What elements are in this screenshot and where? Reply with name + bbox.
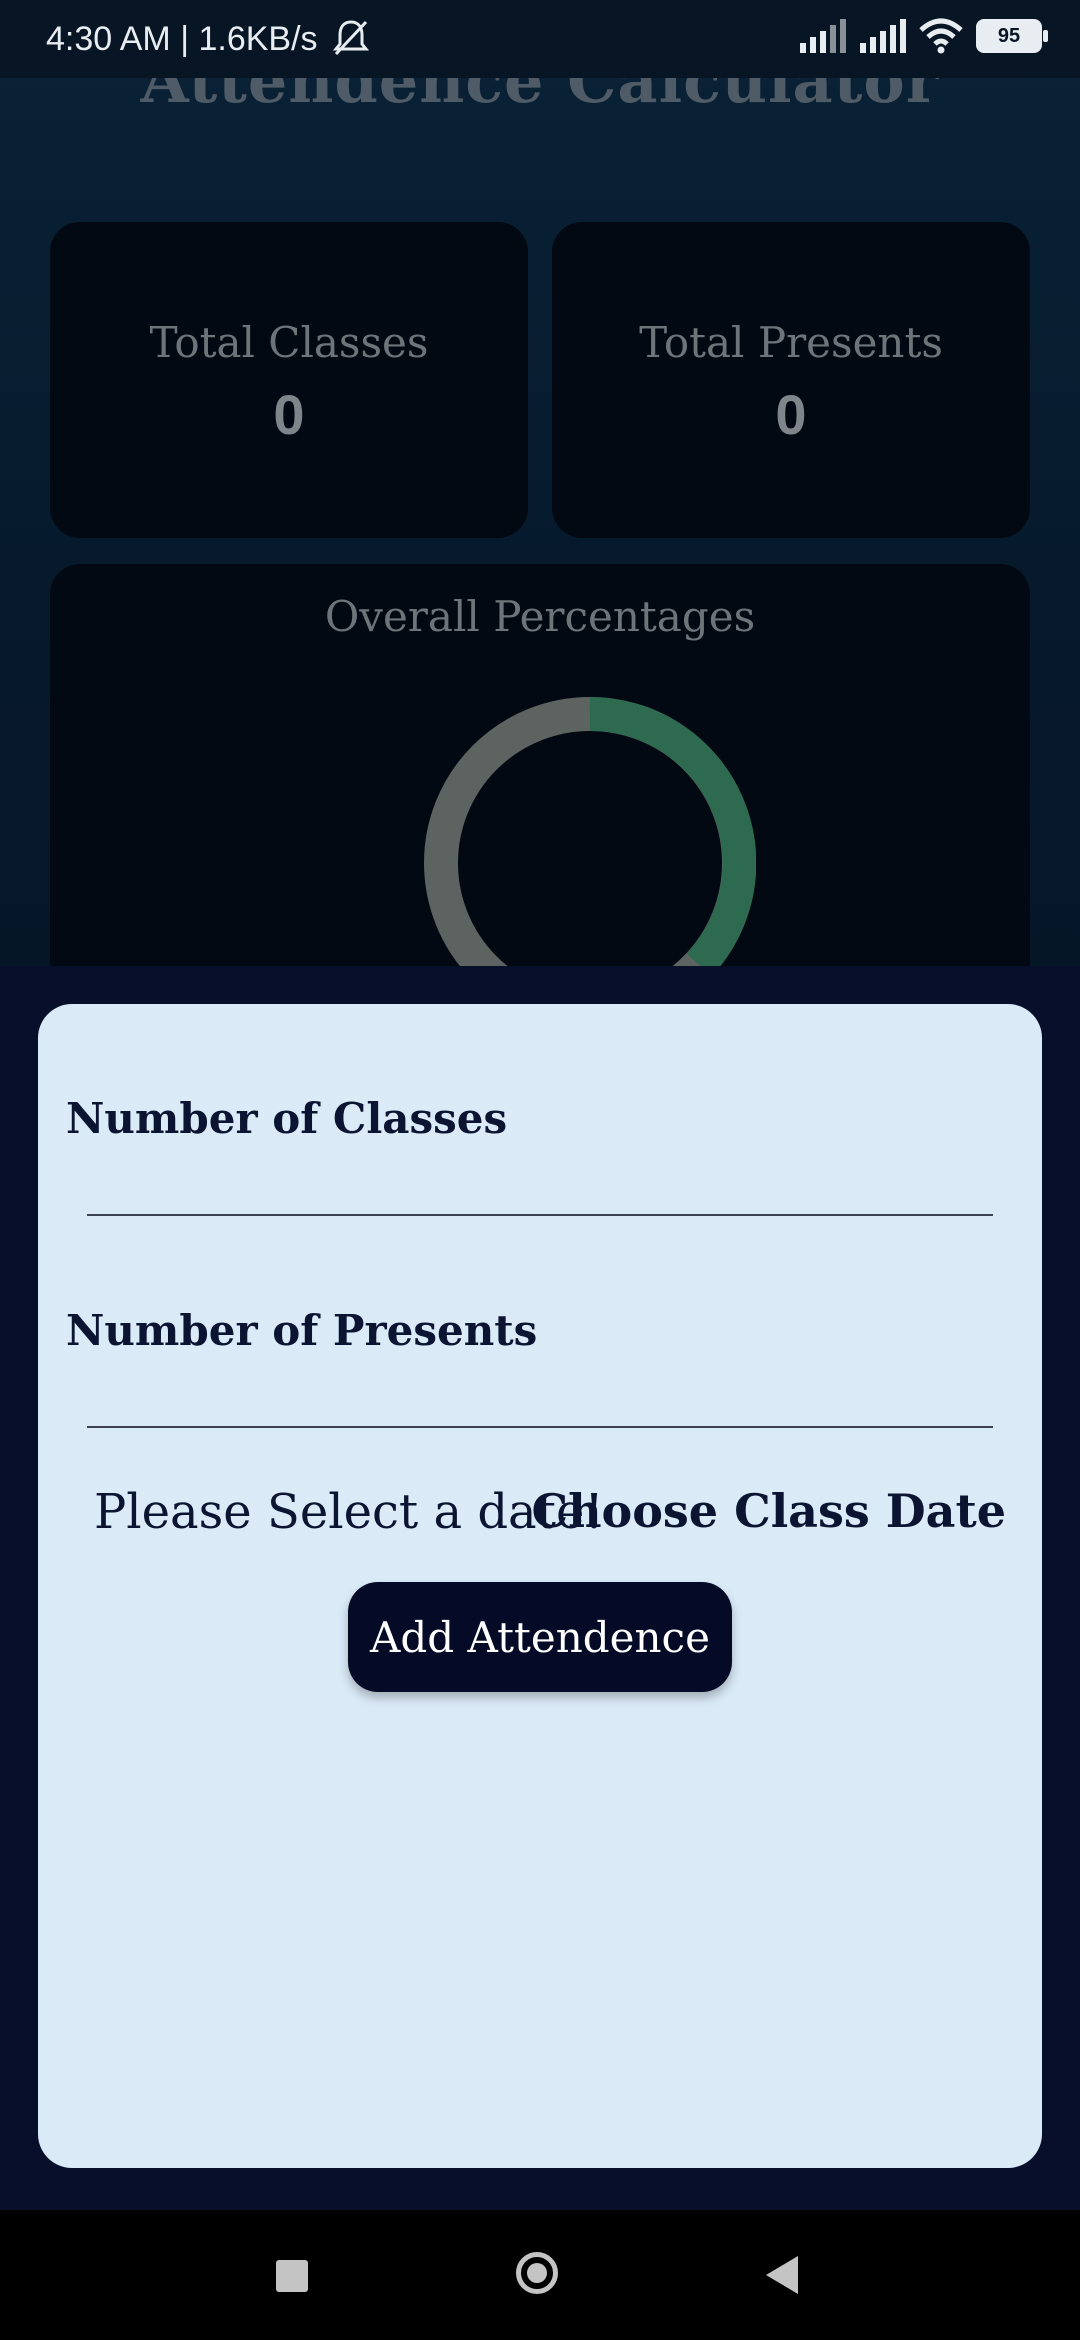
bottom-sheet-overlay: Number of Classes Number of Presents Ple… <box>0 966 1080 2210</box>
add-attendance-button[interactable]: Add Attendence <box>348 1582 732 1692</box>
back-button[interactable] <box>766 2256 798 2294</box>
add-attendance-sheet: Number of Classes Number of Presents Ple… <box>38 1004 1042 2168</box>
presents-input-underline <box>87 1426 993 1428</box>
overall-percentage-label: Overall Percentages <box>324 592 756 641</box>
status-bar: 4:30 AM | 1.6KB/s 95 <box>0 0 1080 78</box>
date-status-text: Please Select a date! <box>94 1484 604 1540</box>
classes-input[interactable] <box>87 1154 993 1214</box>
total-classes-card: Total Classes 0 <box>50 222 528 538</box>
home-button[interactable] <box>516 2252 558 2294</box>
classes-field-label: Number of Classes <box>66 1094 508 1143</box>
choose-class-date-button[interactable]: Choose Class Date <box>531 1484 1006 1538</box>
total-classes-value: 0 <box>273 383 305 446</box>
status-time-speed: 4:30 AM | 1.6KB/s <box>46 20 318 58</box>
presents-field-label: Number of Presents <box>66 1306 538 1355</box>
battery-icon: 95 <box>976 19 1048 53</box>
total-presents-card: Total Presents 0 <box>552 222 1030 538</box>
presents-input[interactable] <box>87 1366 993 1426</box>
mute-icon <box>330 18 372 67</box>
signal-icon-sim2 <box>860 19 906 53</box>
wifi-icon <box>919 18 963 54</box>
total-presents-label: Total Presents <box>639 318 943 367</box>
total-presents-value: 0 <box>775 383 807 446</box>
signal-icon-sim1 <box>800 19 846 53</box>
system-nav-bar <box>0 2210 1080 2340</box>
ring-present-arc <box>589 697 756 977</box>
app-background: Attendence Calculator Total Classes 0 To… <box>0 0 1080 1064</box>
recents-button[interactable] <box>276 2260 308 2292</box>
total-classes-label: Total Classes <box>149 318 429 367</box>
classes-input-underline <box>87 1214 993 1216</box>
